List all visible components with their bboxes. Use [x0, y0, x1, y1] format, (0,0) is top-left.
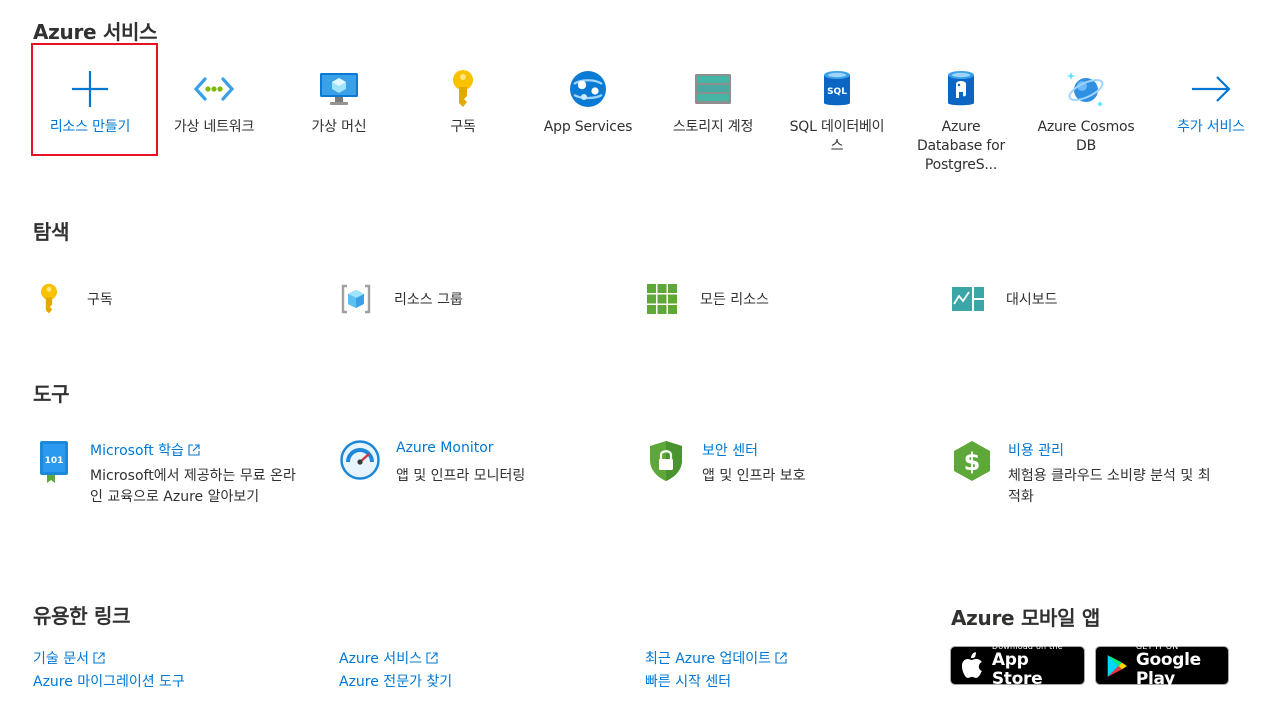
- key-icon: [401, 68, 525, 110]
- mobile-app-heading: Azure 모바일 앱: [951, 606, 1101, 630]
- link-azure-services[interactable]: Azure 서비스: [339, 648, 438, 668]
- sql-database-icon: SQL: [775, 68, 899, 110]
- tool-description: 앱 및 인프라 모니터링: [396, 468, 526, 484]
- service-label: App Services: [543, 119, 633, 135]
- service-virtual-network[interactable]: 가상 네트워크: [152, 52, 276, 152]
- external-link-icon: [188, 444, 200, 456]
- nav-label: 모든 리소스: [700, 292, 769, 308]
- nav-all-resources[interactable]: 모든 리소스: [644, 280, 769, 318]
- app-store-badge[interactable]: Download on the App Store: [950, 642, 1085, 689]
- apple-icon: [961, 651, 982, 678]
- nav-label: 구독: [87, 292, 113, 308]
- tool-description: Microsoft에서 제공하는 무료 온라인 교육으로 Azure 알아보기: [90, 468, 296, 505]
- tool-title-link[interactable]: 비용 관리: [1008, 440, 1064, 460]
- svg-text:SQL: SQL: [827, 87, 847, 97]
- highlight-box: [31, 43, 158, 156]
- tool-title-link[interactable]: Azure Monitor: [396, 440, 494, 456]
- app-store-big-text: App Store: [991, 650, 1043, 689]
- tool-title-link[interactable]: Microsoft 학습: [90, 440, 200, 460]
- security-shield-icon: [646, 440, 686, 484]
- nav-label: 리소스 그룹: [394, 292, 463, 308]
- more-services-label: 추가 서비스: [1177, 119, 1245, 135]
- all-resources-icon: [644, 281, 680, 317]
- tool-description: 체험용 클라우드 소비량 분석 및 최적화: [1008, 468, 1211, 505]
- arrow-right-icon: [1149, 68, 1273, 110]
- cost-management-icon: $: [952, 440, 992, 484]
- nav-subscriptions[interactable]: 구독: [31, 280, 113, 318]
- storage-account-icon: [651, 68, 775, 110]
- google-play-big-text: Google Play: [1135, 650, 1201, 689]
- service-app-services[interactable]: App Services: [526, 52, 650, 152]
- service-label: 가상 머신: [311, 119, 367, 135]
- service-virtual-machine[interactable]: 가상 머신: [277, 52, 401, 152]
- svg-text:$: $: [964, 448, 981, 476]
- tool-description: 앱 및 인프라 보호: [702, 468, 806, 484]
- tool-title-link[interactable]: 보안 센터: [702, 440, 758, 460]
- external-link-icon: [775, 652, 787, 664]
- svg-text:101: 101: [45, 456, 64, 466]
- service-label: SQL 데이터베이스: [789, 119, 885, 154]
- navigate-heading: 탐색: [33, 220, 70, 244]
- service-cosmos-db[interactable]: Azure Cosmos DB: [1024, 52, 1148, 154]
- monitor-gauge-icon: [340, 440, 380, 484]
- link-azure-migration[interactable]: Azure 마이그레이션 도구: [33, 671, 185, 691]
- useful-links-heading: 유용한 링크: [33, 604, 131, 628]
- service-label: 스토리지 계정: [672, 119, 754, 135]
- link-find-expert[interactable]: Azure 전문가 찾기: [339, 671, 452, 691]
- nav-dashboard[interactable]: 대시보드: [950, 280, 1058, 318]
- link-tech-docs[interactable]: 기술 문서: [33, 648, 105, 668]
- azure-services-heading: Azure 서비스: [33, 20, 158, 44]
- cosmos-db-icon: [1024, 68, 1148, 110]
- service-postgresql[interactable]: Azure Database for PostgreS...: [899, 52, 1023, 173]
- service-label: Azure Database for PostgreS...: [916, 119, 1006, 173]
- link-quickstart[interactable]: 빠른 시작 센터: [645, 671, 731, 691]
- link-recent-updates[interactable]: 최근 Azure 업데이트: [645, 648, 787, 668]
- key-icon: [31, 281, 67, 317]
- service-label: 구독: [450, 119, 476, 135]
- nav-resource-groups[interactable]: 리소스 그룹: [338, 280, 463, 318]
- google-play-icon: [1107, 654, 1127, 677]
- tools-heading: 도구: [33, 382, 70, 406]
- service-label: Azure Cosmos DB: [1037, 119, 1135, 154]
- learn-book-icon: 101: [34, 440, 74, 484]
- external-link-icon: [93, 652, 105, 664]
- more-services-button[interactable]: 추가 서비스: [1149, 52, 1273, 152]
- app-services-icon: [526, 68, 650, 110]
- virtual-network-icon: [152, 68, 276, 110]
- resource-group-icon: [338, 281, 374, 317]
- external-link-icon: [426, 652, 438, 664]
- postgresql-icon: [899, 68, 1023, 110]
- service-label: 가상 네트워크: [173, 119, 255, 135]
- service-subscription[interactable]: 구독: [401, 52, 525, 152]
- dashboard-icon: [950, 281, 986, 317]
- service-sql-database[interactable]: SQL SQL 데이터베이스: [775, 52, 899, 154]
- service-storage-account[interactable]: 스토리지 계정: [651, 52, 775, 152]
- virtual-machine-icon: [277, 68, 401, 110]
- google-play-badge[interactable]: GET IT ON Google Play: [1095, 642, 1229, 689]
- nav-label: 대시보드: [1006, 292, 1058, 308]
